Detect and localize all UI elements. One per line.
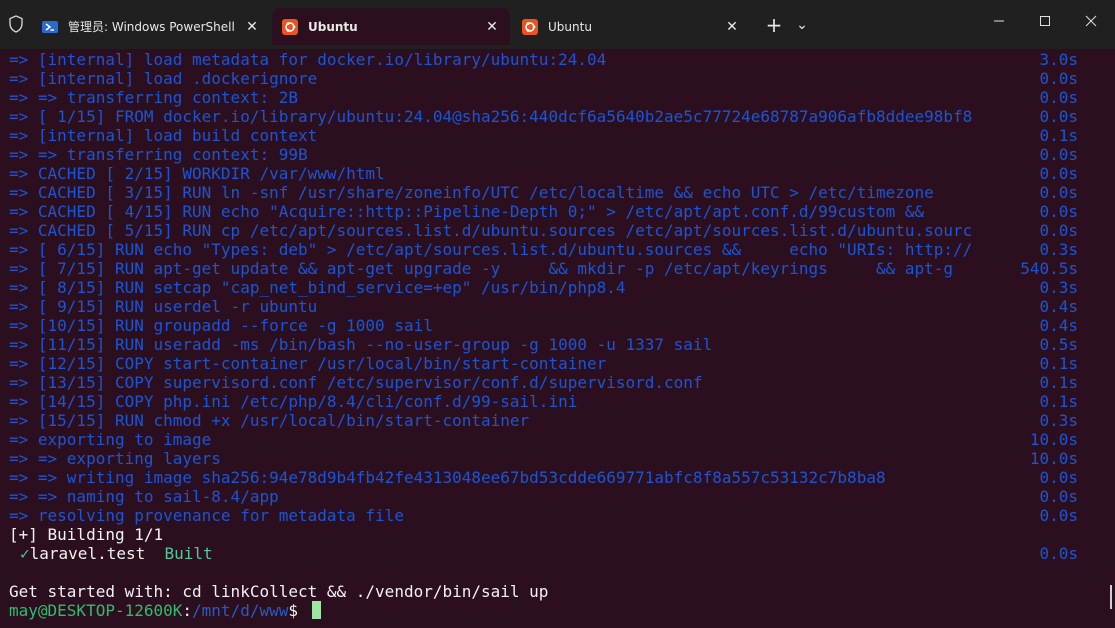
tab-label: Ubuntu <box>548 19 592 34</box>
log-duration: 10.0s <box>1029 449 1078 468</box>
log-line: => [15/15] RUN chmod +x /usr/local/bin/s… <box>9 411 530 430</box>
ubuntu-icon <box>282 18 298 35</box>
prompt-user-host: may@DESKTOP-12600K <box>9 601 183 620</box>
log-duration: 0.1s <box>1039 373 1078 392</box>
log-line: => [12/15] COPY start-container /usr/loc… <box>9 354 607 373</box>
log-duration: 0.1s <box>1039 354 1078 373</box>
log-duration: 0.0s <box>1039 202 1078 221</box>
built-status: Built <box>164 544 213 563</box>
close-tab-icon[interactable]: ✕ <box>244 19 260 35</box>
log-duration: 0.0s <box>1039 107 1078 126</box>
log-duration: 0.5s <box>1039 335 1078 354</box>
tab-ubuntu-2[interactable]: Ubuntu ✕ <box>512 8 750 45</box>
title-bar: 管理员: Windows PowerShell ✕ Ubuntu ✕ Ubunt… <box>0 0 1115 49</box>
maximize-button[interactable] <box>1022 0 1068 42</box>
log-line: => [14/15] COPY php.ini /etc/php/8.4/cli… <box>9 392 578 411</box>
log-line: => exporting to image <box>9 430 212 449</box>
log-duration: 0.0s <box>1039 69 1078 88</box>
tab-dropdown-button[interactable]: ⌄ <box>790 10 814 40</box>
log-line: => [internal] load build context <box>9 126 318 145</box>
log-duration: 0.0s <box>1039 183 1078 202</box>
minimize-icon <box>994 20 1004 22</box>
log-line: => [ 1/15] FROM docker.io/library/ubuntu… <box>9 107 973 126</box>
close-tab-icon[interactable]: ✕ <box>724 19 740 35</box>
log-line: => => transferring context: 99B <box>9 145 308 164</box>
get-started-text: Get started with: cd linkCollect && ./ve… <box>9 582 549 601</box>
building-status: [+] Building 1/1 <box>9 525 164 544</box>
check-icon: ✓ <box>20 544 30 563</box>
log-line: => [internal] load .dockerignore <box>9 69 318 88</box>
tab-label: 管理员: Windows PowerShell <box>68 20 235 34</box>
maximize-icon <box>1040 16 1050 26</box>
log-line: => CACHED [ 5/15] RUN cp /etc/apt/source… <box>9 221 973 240</box>
log-duration: 0.0s <box>1039 88 1078 107</box>
close-window-button[interactable] <box>1068 0 1114 42</box>
log-duration: 0.1s <box>1039 392 1078 411</box>
scrollbar[interactable] <box>1110 585 1112 609</box>
log-duration: 0.0s <box>1039 221 1078 240</box>
log-duration: 0.0s <box>1039 487 1078 506</box>
close-icon <box>1085 15 1097 27</box>
log-line: => => naming to sail-8.4/app <box>9 487 279 506</box>
tab-ubuntu-active[interactable]: Ubuntu ✕ <box>272 8 510 45</box>
log-line: => CACHED [ 3/15] RUN ln -snf /usr/share… <box>9 183 934 202</box>
shield-icon <box>8 15 24 37</box>
log-duration: 10.0s <box>1029 430 1078 449</box>
log-line: => => exporting layers <box>9 449 221 468</box>
log-line: => [internal] load metadata for docker.i… <box>9 50 607 69</box>
log-line: => [13/15] COPY supervisord.conf /etc/su… <box>9 373 703 392</box>
prompt-symbol: $ <box>288 601 308 620</box>
log-duration: 0.4s <box>1039 297 1078 316</box>
log-duration: 0.1s <box>1039 126 1078 145</box>
minimize-button[interactable] <box>976 0 1022 42</box>
log-duration: 0.3s <box>1039 240 1078 259</box>
tab-powershell[interactable]: 管理员: Windows PowerShell ✕ <box>32 8 270 45</box>
log-line: => [ 7/15] RUN apt-get update && apt-get… <box>9 259 954 278</box>
log-duration: 0.3s <box>1039 411 1078 430</box>
log-duration: 540.5s <box>1020 259 1078 278</box>
log-line: => => writing image sha256:94e78d9b4fb42… <box>9 468 886 487</box>
powershell-icon <box>42 19 58 35</box>
prompt-path: /mnt/d/www <box>192 601 289 620</box>
tab-label: Ubuntu <box>308 19 358 34</box>
log-duration: 0.3s <box>1039 278 1078 297</box>
log-line: => [10/15] RUN groupadd --force -g 1000 … <box>9 316 433 335</box>
close-tab-icon[interactable]: ✕ <box>484 19 500 35</box>
log-line: => resolving provenance for metadata fil… <box>9 506 404 525</box>
log-line: => [ 8/15] RUN setcap "cap_net_bind_serv… <box>9 278 626 297</box>
terminal-area[interactable]: => [internal] load metadata for docker.i… <box>0 49 1115 628</box>
new-tab-button[interactable]: + <box>760 10 788 40</box>
text-cursor <box>311 601 321 619</box>
log-line: => CACHED [ 2/15] WORKDIR /var/www/html <box>9 164 385 183</box>
prompt-separator: : <box>182 601 193 620</box>
log-line: => => transferring context: 2B <box>9 88 298 107</box>
log-duration: 0.0s <box>1039 145 1078 164</box>
built-service-name: laravel.test <box>29 544 146 563</box>
log-duration: 0.0s <box>1039 506 1078 525</box>
log-line: => [ 6/15] RUN echo "Types: deb" > /etc/… <box>9 240 973 259</box>
log-line: => [ 9/15] RUN userdel -r ubuntu <box>9 297 318 316</box>
shell-prompt[interactable]: may@DESKTOP-12600K:/mnt/d/www$ <box>9 601 321 620</box>
built-line: ✓laravel.test Built <box>20 544 213 563</box>
log-duration: 0.4s <box>1039 316 1078 335</box>
log-duration: 0.0s <box>1039 468 1078 487</box>
log-line: => [11/15] RUN useradd -ms /bin/bash --n… <box>9 335 713 354</box>
log-line: => CACHED [ 4/15] RUN echo "Acquire::htt… <box>9 202 925 221</box>
ubuntu-icon <box>522 18 538 35</box>
built-duration: 0.0s <box>1039 544 1078 563</box>
log-duration: 3.0s <box>1039 50 1078 69</box>
log-duration: 0.0s <box>1039 164 1078 183</box>
